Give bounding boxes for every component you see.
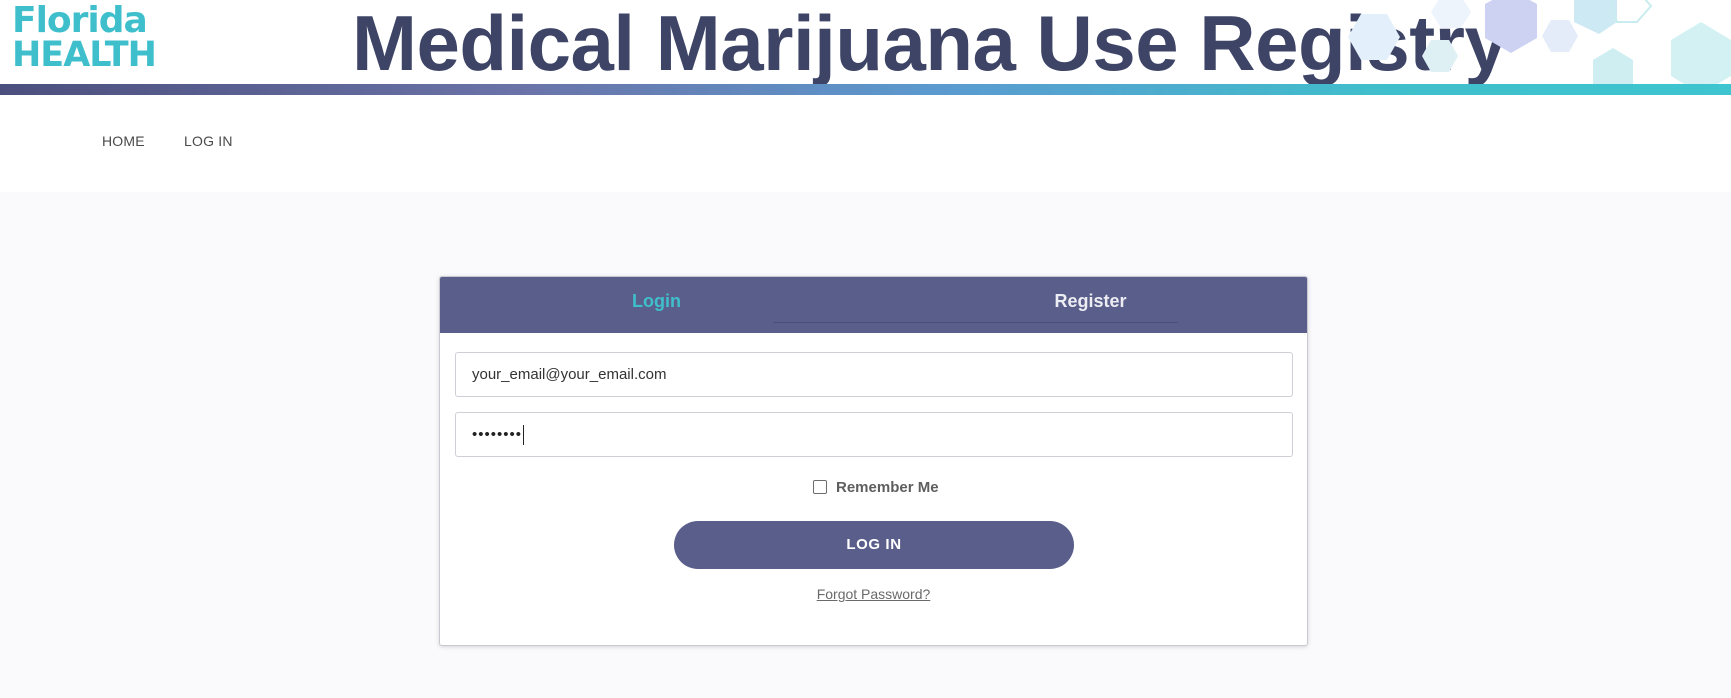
login-card: Login Register your_email@your_email.com… bbox=[439, 276, 1308, 646]
nav-link-home[interactable]: HOME bbox=[102, 133, 145, 149]
logo-text-florida: Florida bbox=[12, 0, 148, 41]
forgot-password-row: Forgot Password? bbox=[440, 586, 1307, 604]
header-gradient-stripe bbox=[0, 84, 1731, 95]
page-title: Medical Marijuana Use Registry bbox=[352, 0, 1508, 87]
logo-text-health: HEALTH bbox=[12, 35, 157, 75]
florida-health-logo[interactable]: Florida HEALTH bbox=[12, 0, 157, 76]
log-in-button[interactable]: LOG IN bbox=[674, 521, 1074, 569]
email-field-value: your_email@your_email.com bbox=[472, 366, 667, 383]
nav-link-log-in[interactable]: LOG IN bbox=[184, 133, 233, 149]
forgot-password-link[interactable]: Forgot Password? bbox=[817, 586, 931, 602]
email-field[interactable]: your_email@your_email.com bbox=[455, 352, 1293, 397]
login-register-tabs: Login Register bbox=[440, 277, 1307, 333]
remember-me-checkbox[interactable] bbox=[813, 480, 827, 494]
top-navigation: HOME LOG IN bbox=[0, 96, 1731, 192]
remember-me-label[interactable]: Remember Me bbox=[836, 479, 939, 496]
password-field[interactable]: •••••••• bbox=[455, 412, 1293, 457]
remember-me-row[interactable]: Remember Me bbox=[813, 477, 939, 497]
hexagon-pattern-decoration bbox=[1348, 0, 1731, 84]
password-field-value: •••••••• bbox=[472, 426, 523, 443]
tab-divider bbox=[773, 322, 1178, 323]
tab-login[interactable]: Login bbox=[440, 291, 873, 312]
tab-register[interactable]: Register bbox=[874, 291, 1307, 312]
text-cursor bbox=[523, 425, 525, 446]
site-header: Florida HEALTH Medical Marijuana Use Reg… bbox=[0, 0, 1731, 96]
